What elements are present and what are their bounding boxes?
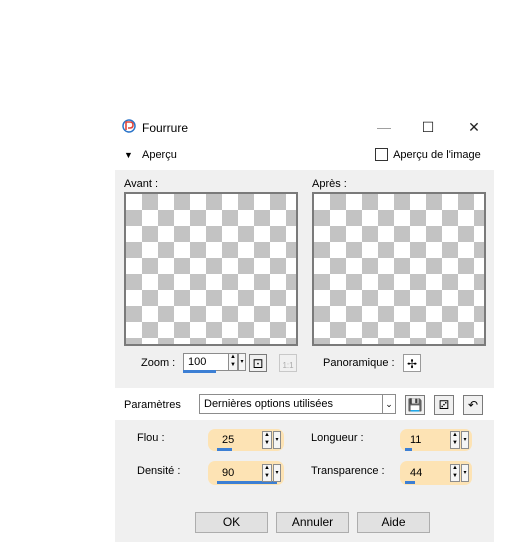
transparence-input-underline (405, 481, 415, 484)
before-label: Avant : (124, 178, 159, 190)
transparence-label: Transparence : (311, 465, 385, 477)
dice-icon: ⚂ (438, 398, 450, 412)
before-preview-canvas[interactable] (124, 192, 298, 346)
random-parameters-button[interactable]: ⚂ (434, 395, 454, 415)
maximize-button[interactable]: ☐ (420, 119, 436, 135)
preset-select[interactable]: Dernières options utilisées (199, 394, 383, 414)
image-preview-checkbox[interactable]: Aperçu de l'image (375, 148, 481, 162)
reset-icon: ↶ (467, 398, 479, 412)
transparence-dropdown-arrow[interactable]: ▾ (461, 464, 469, 482)
close-button[interactable]: ✕ (466, 119, 482, 135)
actual-size-icon: 1:1 (282, 361, 294, 370)
zoom-label: Zoom : (141, 357, 176, 369)
after-label: Après : (312, 178, 347, 190)
longueur-input-underline (405, 448, 412, 451)
flou-label: Flou : (137, 432, 165, 444)
fit-icon: ⚀ (252, 357, 264, 371)
zoom-dropdown-arrow[interactable]: ▾ (238, 353, 246, 371)
cancel-button[interactable]: Annuler (276, 512, 349, 533)
zoom-fit-button[interactable]: ⚀ (249, 354, 267, 372)
reset-parameters-button[interactable]: ↶ (463, 395, 483, 415)
help-button[interactable]: Aide (357, 512, 430, 533)
longueur-label: Longueur : (311, 432, 364, 444)
zoom-input[interactable]: 100 (183, 353, 229, 371)
zoom-stepper[interactable]: ▲ ▼ (228, 353, 238, 371)
flou-stepper[interactable]: ▲ ▼ (262, 431, 272, 449)
checkbox-box[interactable] (375, 148, 388, 161)
preset-dropdown-button[interactable]: ⌄ (382, 394, 396, 414)
densite-input[interactable]: 90 (217, 464, 263, 482)
chevron-down-icon: ▼ (124, 150, 133, 160)
window-title: Fourrure (142, 121, 189, 135)
densite-stepper[interactable]: ▲ ▼ (262, 464, 272, 482)
longueur-input[interactable]: 11 (405, 431, 451, 449)
preview-toggle-label: Aperçu (141, 149, 177, 161)
flou-input[interactable]: 25 (217, 431, 263, 449)
pan-label: Panoramique : (323, 357, 395, 369)
save-icon: 💾 (407, 398, 423, 412)
parameters-label: Paramètres (124, 399, 181, 411)
pan-button[interactable]: ✢ (403, 354, 421, 372)
longueur-dropdown-arrow[interactable]: ▾ (461, 431, 469, 449)
transparence-input[interactable]: 44 (405, 464, 451, 482)
longueur-stepper[interactable]: ▲ ▼ (450, 431, 460, 449)
minimize-button[interactable]: — (376, 119, 392, 135)
after-preview-canvas[interactable] (312, 192, 486, 346)
densite-dropdown-arrow[interactable]: ▾ (273, 464, 281, 482)
densite-label: Densité : (137, 465, 181, 477)
move-icon: ✢ (406, 357, 418, 371)
transparence-stepper[interactable]: ▲ ▼ (450, 464, 460, 482)
save-preset-button[interactable]: 💾 (405, 395, 425, 415)
flou-input-underline (217, 448, 232, 451)
app-logo-icon (122, 119, 136, 133)
chevron-down-icon: ⌄ (385, 399, 393, 409)
image-preview-label: Aperçu de l'image (393, 148, 481, 161)
zoom-actual-size-button[interactable]: 1:1 (279, 354, 297, 372)
zoom-input-underline (183, 370, 216, 373)
ok-button[interactable]: OK (195, 512, 268, 533)
preview-toggle[interactable]: ▼ Aperçu (124, 149, 177, 163)
flou-dropdown-arrow[interactable]: ▾ (273, 431, 281, 449)
